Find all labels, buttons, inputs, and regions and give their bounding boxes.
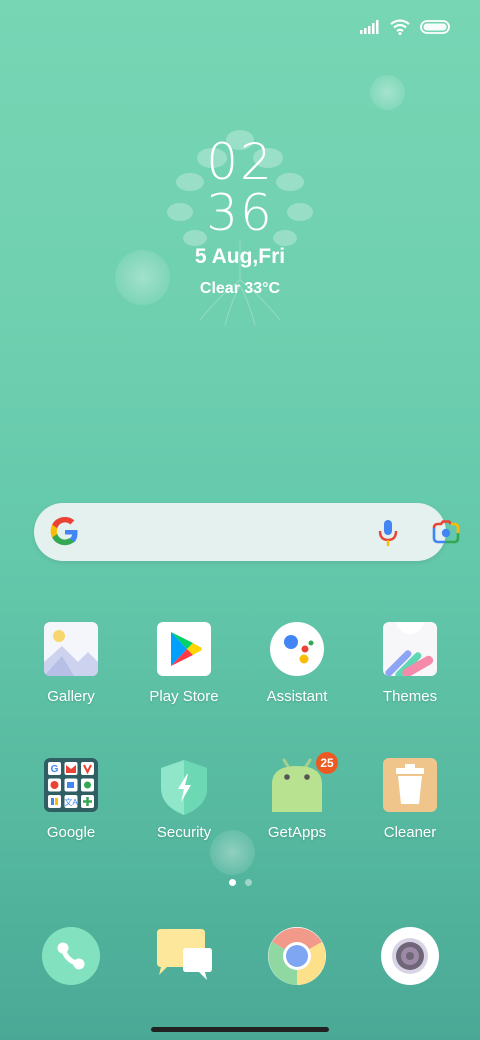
svg-text:文A: 文A (64, 797, 78, 807)
themes-icon (383, 622, 437, 676)
phone-icon[interactable] (42, 927, 100, 985)
notification-badge: 25 (316, 752, 338, 774)
app-themes[interactable]: Themes (350, 622, 470, 705)
google-search-bar[interactable] (34, 503, 460, 561)
gallery-icon (44, 622, 98, 676)
clock-minute[interactable]: 36 (0, 188, 480, 238)
app-label: Themes (382, 688, 438, 705)
app-label: Security (156, 824, 212, 841)
page-indicator-dot-active[interactable] (229, 879, 236, 886)
page-indicator-dot[interactable] (245, 879, 252, 886)
app-gallery[interactable]: Gallery (11, 622, 131, 705)
battery-icon (420, 20, 450, 34)
app-label: Cleaner (383, 824, 437, 841)
app-label: Assistant (266, 688, 328, 705)
home-gesture-bar[interactable] (151, 1027, 329, 1032)
app-label: Gallery (47, 688, 95, 705)
wallpaper-bokeh (370, 75, 405, 110)
signal-icon (360, 20, 379, 34)
app-getapps[interactable]: 25 GetApps (237, 752, 357, 841)
date-text[interactable]: 5 Aug,Fri (0, 245, 480, 269)
messages-icon[interactable] (155, 927, 213, 985)
security-icon (157, 758, 211, 815)
app-label: Play Store (149, 688, 219, 705)
chrome-icon[interactable] (268, 927, 326, 985)
app-label: GetApps (267, 824, 327, 841)
app-google-folder[interactable]: G 文A Google (11, 758, 131, 841)
google-lens-icon[interactable] (431, 520, 461, 546)
google-folder-icon: G 文A (44, 758, 98, 812)
app-label: Google (46, 824, 96, 841)
clock-hour[interactable]: 02 (0, 137, 480, 187)
weather-text[interactable]: Clear 33°C (0, 280, 480, 298)
wifi-icon (390, 19, 410, 35)
app-security[interactable]: Security (124, 758, 244, 841)
app-play-store[interactable]: Play Store (124, 622, 244, 705)
play-store-icon (157, 622, 211, 676)
getapps-icon: 25 (270, 752, 338, 812)
app-cleaner[interactable]: Cleaner (350, 758, 470, 841)
camera-icon[interactable] (381, 927, 439, 985)
microphone-icon[interactable] (375, 519, 401, 547)
app-assistant[interactable]: Assistant (237, 622, 357, 705)
svg-text:G: G (51, 764, 59, 775)
google-g-icon (50, 517, 78, 546)
status-bar (360, 14, 450, 40)
assistant-icon (270, 622, 324, 676)
cleaner-icon (383, 758, 437, 812)
